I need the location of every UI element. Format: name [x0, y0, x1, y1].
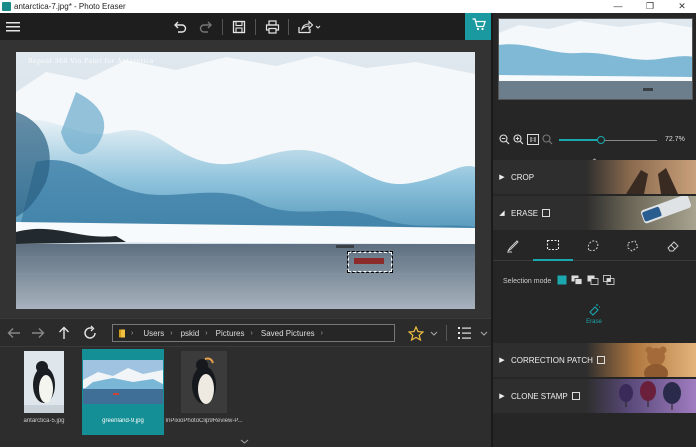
correction-patch-options-icon [596, 356, 605, 364]
expand-strip-chevron-icon[interactable] [240, 437, 249, 446]
canvas-area[interactable]: Repeat 360 Vin Paint for Antarctica [0, 40, 492, 318]
panel-clone-stamp[interactable]: ▶ CLONE STAMP [493, 379, 696, 413]
toolbar-divider [288, 19, 289, 35]
breadcrumb-item-users[interactable]: Users › [139, 329, 176, 338]
thumbnail-item[interactable]: antarctica-5.jpg [3, 349, 85, 435]
panel-crop-label: CROP [511, 172, 535, 182]
crop-panel-artwork [586, 160, 696, 194]
polygon-lasso-tool-icon[interactable] [613, 231, 653, 261]
main-toolbar [0, 13, 492, 40]
zoom-slider-handle[interactable] [597, 136, 606, 144]
intersect-selection-icon[interactable] [603, 275, 615, 287]
magic-eraser-icon [579, 303, 609, 319]
cart-button[interactable] [465, 13, 492, 40]
actual-size-icon[interactable] [527, 134, 539, 147]
chevron-right-icon: › [170, 329, 173, 337]
subtract-from-selection-icon[interactable] [587, 275, 599, 287]
print-icon[interactable] [262, 17, 282, 37]
erase-tools-row [493, 231, 696, 261]
chevron-right-icon: › [320, 329, 324, 337]
folder-icon [113, 325, 131, 341]
app-icon [2, 2, 11, 11]
up-arrow-icon[interactable] [54, 323, 74, 343]
panel-erase-label: ERASE [511, 208, 539, 218]
thumbnail-item[interactable]: greenland-9.jpg [82, 349, 164, 435]
breadcrumb-item-pictures[interactable]: Pictures › [212, 329, 257, 338]
breadcrumb[interactable]: › Users › pskid › Pictures › Saved Pictures… [112, 324, 395, 342]
chevron-right-icon: ▶ [499, 174, 505, 181]
zoom-controls: 72.7% [493, 131, 696, 149]
thumbnail-item[interactable]: InPixioPhotoClip9Review-P... [163, 349, 245, 435]
nav-divider [446, 325, 447, 341]
chevron-right-icon: › [250, 329, 253, 337]
cart-icon [472, 17, 486, 36]
panel-correction-patch-label: CORRECTION PATCH [511, 355, 593, 365]
thumbnail-caption: antarctica-5.jpg [23, 418, 65, 424]
title-bar: antarctica-7.jpg* - Photo Eraser — ❐ ✕ [0, 0, 696, 13]
minimize-button[interactable]: — [608, 1, 628, 11]
erase-button-label: Erase [586, 319, 602, 325]
thumbnail-image [3, 349, 85, 415]
chevron-right-icon: ▶ [499, 357, 505, 364]
erase-options-icon [542, 209, 551, 217]
panel-clone-stamp-label: CLONE STAMP [511, 391, 568, 401]
thumbnail-strip: antarctica-5.jpg greenland-9.jpg InPixio… [0, 346, 492, 447]
new-selection-icon[interactable] [557, 275, 567, 287]
chevron-right-icon: › [205, 329, 208, 337]
selection-mode-label: Selection mode [503, 277, 552, 285]
refresh-icon[interactable] [80, 323, 100, 343]
zoom-out-icon[interactable] [499, 134, 510, 147]
panel-correction-patch[interactable]: ▶ CORRECTION PATCH [493, 343, 696, 377]
panel-crop[interactable]: ▶ CROP [493, 160, 696, 194]
maximize-button[interactable]: ❐ [640, 1, 660, 12]
fit-to-window-icon[interactable] [542, 134, 553, 147]
favorite-star-icon[interactable] [406, 323, 426, 343]
zoom-in-icon[interactable] [513, 134, 524, 147]
breadcrumb-chevron-icon: › [131, 329, 134, 337]
thumbnail-caption: greenland-9.jpg [102, 418, 144, 424]
erase-panel-artwork [586, 196, 696, 230]
favorites-dropdown-icon[interactable] [428, 323, 440, 343]
thumbnail-image [163, 349, 245, 415]
forward-arrow-icon[interactable] [28, 323, 48, 343]
erase-button[interactable]: Erase [579, 303, 609, 325]
hamburger-menu-icon[interactable] [4, 17, 22, 37]
undo-icon[interactable] [170, 17, 190, 37]
photo-canvas[interactable]: Repeat 360 Vin Paint for Antarctica [16, 52, 475, 309]
breadcrumb-item-saved-pictures[interactable]: Saved Pictures › [257, 329, 327, 338]
add-to-selection-icon[interactable] [571, 275, 583, 287]
lasso-tool-icon[interactable] [573, 231, 613, 261]
toolbar-divider [255, 19, 256, 35]
window-title: antarctica-7.jpg* - Photo Eraser [14, 2, 126, 11]
redo-icon[interactable] [196, 17, 216, 37]
clone-stamp-options-icon [571, 392, 580, 400]
zoom-slider-fill [559, 139, 602, 141]
share-icon[interactable] [295, 17, 323, 37]
close-button[interactable]: ✕ [672, 1, 692, 12]
rectangle-select-tool-icon[interactable] [533, 231, 573, 261]
file-navigation-bar: › Users › pskid › Pictures › Saved Pictures… [0, 318, 492, 346]
photo-watermark: Repeat 360 Vin Paint for Antarctica [28, 58, 154, 65]
navigator-preview[interactable] [498, 18, 693, 100]
back-arrow-icon[interactable] [4, 323, 24, 343]
right-panel: 72.7% ▶ CROP ◢ ERASE Selection mode Eras… [493, 13, 696, 447]
selection-marquee[interactable] [347, 251, 393, 273]
save-icon[interactable] [229, 17, 249, 37]
chevron-down-icon: ◢ [499, 210, 505, 217]
panel-erase[interactable]: ◢ ERASE [493, 196, 696, 230]
eraser-tool-icon[interactable] [653, 231, 693, 261]
chevron-right-icon: ▶ [499, 393, 505, 400]
clone-stamp-panel-artwork [586, 379, 696, 413]
sort-list-icon[interactable] [456, 323, 476, 343]
thumbnail-caption: InPixioPhotoClip9Review-P... [165, 418, 243, 424]
toolbar-divider [222, 19, 223, 35]
brush-tool-icon[interactable] [493, 231, 533, 261]
sort-dropdown-icon[interactable] [478, 323, 490, 343]
breadcrumb-item-pskid[interactable]: pskid › [177, 329, 212, 338]
zoom-level-text: 72.7% [665, 136, 685, 143]
selection-mode-row: Selection mode [503, 275, 615, 287]
thumbnail-image [82, 349, 164, 415]
